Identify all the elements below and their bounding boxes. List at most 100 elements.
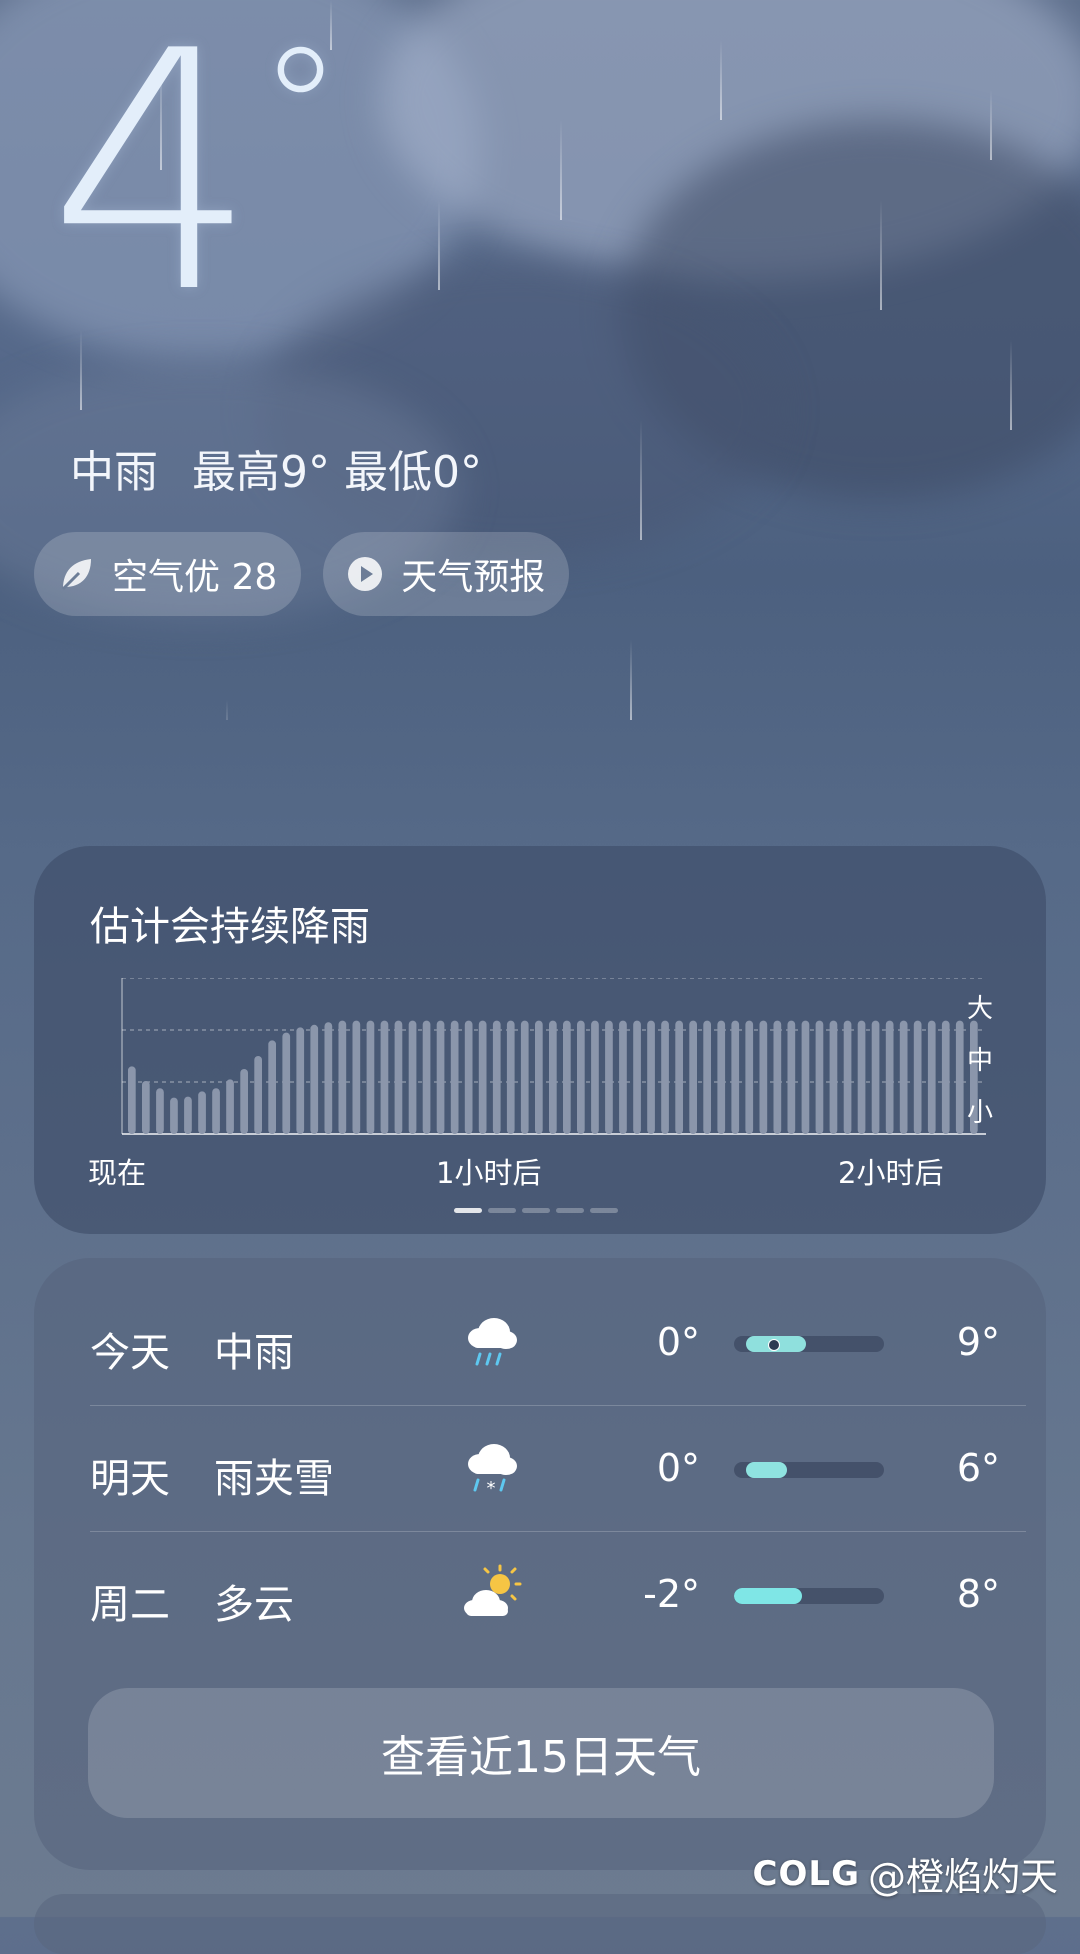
precipitation-bar [535, 1020, 543, 1134]
watermark: COLG @橙焰灼天 [753, 1846, 1058, 1901]
precipitation-bar [549, 1020, 557, 1134]
precipitation-bar [212, 1088, 220, 1134]
watermark-handle: @橙焰灼天 [867, 1855, 1058, 1899]
precipitation-bar [927, 1020, 936, 1134]
day-condition: 雨夹雪 [214, 1456, 334, 1502]
air-quality-pill[interactable]: 空气优 28 [34, 532, 302, 616]
precipitation-chart: 大 中 小 现在 1小时后 2小时后 [88, 978, 1008, 1190]
precipitation-bar [492, 1020, 501, 1134]
precipitation-bar [338, 1020, 347, 1134]
partly-cloudy-icon [460, 1562, 524, 1626]
precipitation-bar [282, 1032, 291, 1134]
temperature-range-fill [746, 1462, 787, 1478]
precipitation-bar [310, 1024, 319, 1134]
y-label-heavy: 大 [966, 994, 993, 1024]
precipitation-bar [885, 1020, 894, 1134]
day-condition: 中雨 [214, 1330, 294, 1376]
precipitation-bar [142, 1081, 150, 1134]
daily-forecast-card: 今天 中雨 0° 9° 明天 雨夹雪 * 0° 6° 周二 多云 -2° 8° … [34, 1258, 1046, 1870]
precipitation-bar [829, 1020, 838, 1134]
precipitation-bar [478, 1020, 487, 1134]
page-indicator [454, 1208, 618, 1213]
current-temperature: 4° [48, 8, 343, 338]
page-dot-5 [590, 1208, 618, 1213]
view-15-day-button[interactable]: 查看近15日天气 [88, 1688, 994, 1818]
sleet-cloud-icon: * [460, 1436, 524, 1500]
page-dot-1 [454, 1208, 482, 1213]
precipitation-bar [941, 1020, 950, 1134]
precipitation-bar [408, 1020, 417, 1134]
rain-cloud-icon [460, 1310, 524, 1374]
x-label-1h: 1小时后 [436, 1156, 542, 1190]
forecast-video-label: 天气预报 [401, 557, 546, 598]
y-label-moderate: 中 [966, 1046, 993, 1076]
forecast-row[interactable]: 明天 雨夹雪 * 0° 6° [90, 1406, 1026, 1532]
precipitation-bar [324, 1022, 333, 1134]
precipitation-bar [773, 1020, 782, 1134]
precipitation-bar [563, 1020, 571, 1134]
precipitation-title: 估计会持续降雨 [90, 904, 370, 950]
next-card-peek [34, 1894, 1046, 1954]
precipitation-bar [661, 1020, 669, 1134]
precipitation-bar [801, 1020, 810, 1134]
precipitation-bar [128, 1066, 136, 1134]
precipitation-bar [913, 1020, 922, 1134]
precipitation-bar [366, 1020, 375, 1134]
day-low-temp: 0° [656, 1320, 700, 1364]
temperature-range-bar [734, 1462, 884, 1478]
precipitation-bar [871, 1020, 880, 1134]
page-dot-3 [522, 1208, 550, 1213]
precipitation-bar [843, 1020, 852, 1134]
precipitation-bar [422, 1020, 431, 1134]
forecast-video-pill[interactable]: 天气预报 [323, 532, 570, 616]
precipitation-bar [170, 1097, 178, 1134]
precipitation-bar [787, 1020, 796, 1134]
precipitation-bar [619, 1020, 627, 1134]
day-low-temp: -2° [643, 1572, 700, 1616]
page-dot-4 [556, 1208, 584, 1213]
temperature-range-bar [734, 1588, 884, 1604]
svg-text:*: * [487, 1478, 496, 1499]
precipitation-bar [226, 1079, 234, 1134]
precipitation-bar [591, 1020, 599, 1134]
precipitation-bar [436, 1020, 445, 1134]
low-temp: 最低0° [344, 447, 482, 498]
precipitation-bar [857, 1020, 866, 1134]
precipitation-bar [506, 1020, 515, 1134]
forecast-row[interactable]: 周二 多云 -2° 8° [90, 1532, 1026, 1658]
current-condition: 中雨 [70, 447, 158, 498]
day-high-temp: 9° [956, 1320, 1000, 1364]
day-name: 今天 [90, 1330, 170, 1376]
current-temp-marker [768, 1339, 780, 1351]
precipitation-bar [268, 1040, 276, 1134]
precipitation-bar [156, 1088, 164, 1134]
precipitation-bar [352, 1020, 361, 1134]
high-temp: 最高9° [192, 447, 330, 498]
day-name: 周二 [90, 1582, 170, 1628]
leaf-icon [56, 554, 96, 594]
precipitation-bar [689, 1020, 697, 1134]
x-label-2h: 2小时后 [838, 1156, 944, 1190]
play-icon [345, 554, 385, 594]
current-summary: 中雨 最高9° 最低0° [70, 436, 482, 500]
precipitation-bar [647, 1020, 655, 1134]
day-condition: 多云 [214, 1582, 294, 1628]
precipitation-bar [296, 1027, 305, 1134]
precipitation-bar [815, 1020, 824, 1134]
precipitation-bar [240, 1069, 248, 1134]
precipitation-bar [605, 1020, 613, 1134]
precipitation-bar [198, 1091, 206, 1134]
forecast-row[interactable]: 今天 中雨 0° 9° [90, 1280, 1026, 1406]
precipitation-card[interactable]: 估计会持续降雨 大 中 小 现在 1小时后 2小时后 [34, 846, 1046, 1234]
day-name: 明天 [90, 1456, 170, 1502]
degree-symbol: ° [257, 12, 343, 210]
precipitation-bar [717, 1020, 726, 1134]
current-temperature-value: 4 [48, 0, 258, 365]
precipitation-bar [464, 1020, 473, 1134]
day-high-temp: 8° [956, 1572, 1000, 1616]
header-pills: 空气优 28 天气预报 [34, 532, 570, 616]
precipitation-bar [731, 1020, 740, 1134]
watermark-logo: COLG [752, 1853, 860, 1894]
precipitation-bar [577, 1020, 585, 1134]
air-quality-label: 空气优 28 [112, 557, 278, 598]
